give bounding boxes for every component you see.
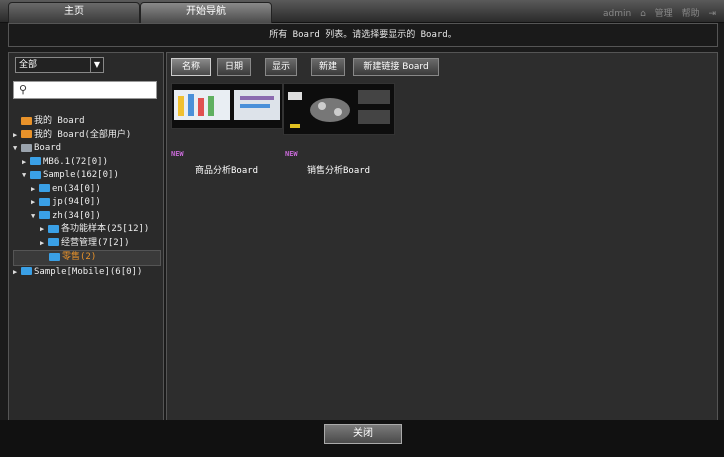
- message-bar: 所有 Board 列表。请选择要显示的 Board。: [8, 23, 718, 47]
- search-icon[interactable]: ⚲: [16, 83, 30, 97]
- new-link-board-button[interactable]: 新建链接 Board: [353, 58, 439, 76]
- top-tab-bar: 主页 开始导航 admin ⌂ 管理 帮助 ⇥: [0, 0, 724, 24]
- board-tree-panel: 全部 ▼ ⚲ 我的 Board ▶ 我的 Board(全部用户) ▼ Board ▶ MB6…: [8, 52, 164, 421]
- expand-down-icon[interactable]: ▼: [31, 210, 39, 224]
- user-name[interactable]: admin: [603, 9, 631, 19]
- thumbnail-bar: [208, 96, 214, 116]
- folder-orange-icon: [21, 130, 32, 138]
- help-menu[interactable]: 帮助: [682, 9, 700, 19]
- expand-right-icon[interactable]: ▶: [31, 183, 39, 197]
- thumbnail-bar: [188, 94, 194, 116]
- thumbnail-line: [240, 104, 270, 108]
- thumbnail-cluster: [310, 98, 350, 122]
- tree-node[interactable]: 我的 Board: [13, 115, 161, 129]
- tree-node[interactable]: ▶ 各功能样本(25[12]): [13, 223, 161, 237]
- thumbnail-bar: [178, 96, 184, 116]
- thumbnail-box: [288, 92, 302, 100]
- folder-blue-icon: [49, 252, 60, 261]
- expand-right-icon[interactable]: ▶: [40, 237, 48, 251]
- show-button[interactable]: 显示: [265, 58, 297, 76]
- tree-node[interactable]: ▶ MB6.1(72[0]): [13, 156, 161, 170]
- board-list-panel: 名称 日期 显示 新建 新建链接 Board NEW 商品分析Board NEW…: [166, 52, 718, 421]
- tree-node-label: jp(94[0]): [52, 197, 101, 207]
- thumbnail-box: [358, 110, 390, 124]
- bottom-bar: 关闭: [0, 420, 724, 457]
- tree-node-label: Sample(162[0]): [43, 170, 119, 180]
- message-text: 所有 Board 列表。请选择要显示的 Board。: [269, 30, 457, 40]
- folder-grey-icon: [21, 143, 32, 152]
- expand-right-icon[interactable]: ▶: [40, 223, 48, 237]
- board-label-product[interactable]: 商品分析Board: [195, 163, 258, 176]
- chevron-down-icon[interactable]: ▼: [90, 58, 103, 72]
- tree-node[interactable]: 零售(2): [13, 250, 161, 266]
- tree-node[interactable]: ▶ en(34[0]): [13, 183, 161, 197]
- folder-blue-icon: [39, 211, 50, 219]
- filter-select[interactable]: 全部 ▼: [15, 57, 104, 73]
- tree-node-label: en(34[0]): [52, 183, 101, 194]
- board-label-sales[interactable]: 销售分析Board: [307, 163, 370, 176]
- folder-blue-icon: [48, 224, 59, 233]
- expand-right-icon[interactable]: ▶: [22, 156, 30, 170]
- folder-blue-icon: [30, 157, 41, 165]
- expand-down-icon[interactable]: ▼: [22, 169, 30, 183]
- tree-node-label: 我的 Board(全部用户): [34, 129, 132, 140]
- top-right-menu: admin ⌂ 管理 帮助 ⇥: [597, 6, 716, 19]
- tree-node[interactable]: ▶ jp(94[0]): [13, 196, 161, 210]
- folder-blue-icon: [39, 197, 50, 206]
- manage-menu[interactable]: 管理: [655, 9, 673, 19]
- tree-node[interactable]: ▶ 我的 Board(全部用户): [13, 129, 161, 143]
- tree-node-label: Sample[Mobile](6[0]): [34, 266, 143, 277]
- new-badge: NEW: [171, 150, 184, 158]
- tab-start-nav[interactable]: 开始导航: [140, 2, 272, 24]
- board-thumbnail-sales[interactable]: [283, 83, 395, 135]
- tree-node-label: Board: [34, 143, 62, 153]
- thumbnail-box: [358, 90, 390, 104]
- tree-node[interactable]: ▶ Sample[Mobile](6[0]): [13, 266, 161, 280]
- board-thumbnail-product[interactable]: [171, 83, 283, 129]
- thumbnail-bar: [198, 98, 204, 116]
- board-tree: 我的 Board ▶ 我的 Board(全部用户) ▼ Board ▶ MB6.1(72[0…: [13, 115, 161, 279]
- tree-node-label: 各功能样本(25[12]): [61, 224, 150, 234]
- thumbnail-dot: [334, 108, 342, 116]
- expand-right-icon[interactable]: ▶: [13, 266, 21, 280]
- new-badge: NEW: [285, 150, 298, 158]
- thumbnail-line: [290, 124, 300, 128]
- close-button[interactable]: 关闭: [324, 424, 402, 444]
- sort-by-name-button[interactable]: 名称: [171, 58, 211, 76]
- thumbnail-dot: [318, 102, 326, 110]
- tab-home-label: 主页: [64, 6, 84, 17]
- expand-down-icon[interactable]: ▼: [13, 142, 21, 156]
- folder-blue-icon: [48, 238, 59, 246]
- tree-node-label: 零售(2): [62, 252, 97, 262]
- tree-node-label: 我的 Board: [34, 116, 85, 126]
- thumbnail-line: [240, 96, 274, 100]
- search-input[interactable]: ⚲: [13, 81, 157, 99]
- sort-by-date-button[interactable]: 日期: [217, 58, 251, 76]
- tree-node-label: zh(34[0]): [52, 210, 101, 221]
- tree-node[interactable]: ▶ 经营管理(7[2]): [13, 237, 161, 251]
- folder-blue-icon: [30, 170, 41, 179]
- tree-node-label: MB6.1(72[0]): [43, 156, 109, 167]
- folder-blue-icon: [21, 267, 32, 275]
- new-button[interactable]: 新建: [311, 58, 345, 76]
- tree-node[interactable]: ▼ Sample(162[0]): [13, 169, 161, 183]
- home-icon[interactable]: ⌂: [640, 9, 646, 19]
- logout-icon[interactable]: ⇥: [708, 9, 716, 19]
- tree-node[interactable]: ▼ zh(34[0]): [13, 210, 161, 224]
- tree-node[interactable]: ▼ Board: [13, 142, 161, 156]
- expand-right-icon[interactable]: ▶: [31, 196, 39, 210]
- folder-orange-icon: [21, 116, 32, 125]
- tree-node-label: 经营管理(7[2]): [61, 237, 130, 248]
- tab-start-nav-label: 开始导航: [186, 6, 226, 17]
- filter-selected-value: 全部: [19, 60, 38, 70]
- folder-blue-icon: [39, 184, 50, 192]
- expand-right-icon[interactable]: ▶: [13, 129, 21, 143]
- tab-home[interactable]: 主页: [8, 2, 140, 24]
